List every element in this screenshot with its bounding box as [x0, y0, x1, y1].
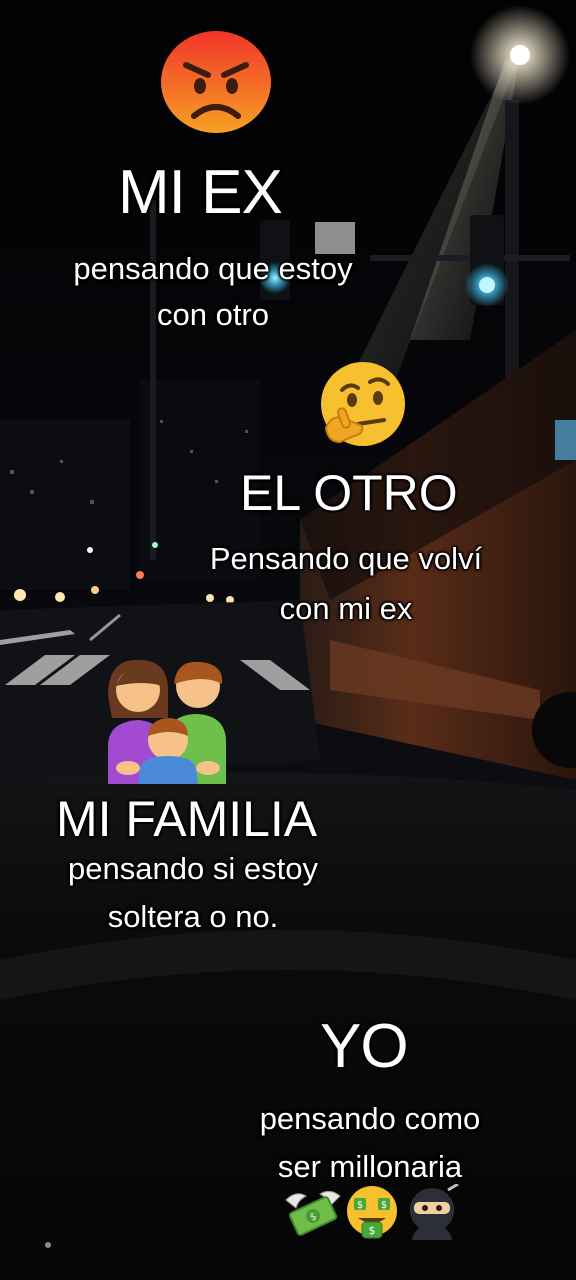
money-mouth-face-icon: $ $ $	[347, 1186, 397, 1239]
thinking-face-icon	[321, 362, 405, 446]
section-subtitle-line-1: pensando si estoy	[68, 851, 318, 886]
money-with-wings-icon: $	[285, 1190, 341, 1236]
section-title-mi-familia: MI FAMILIA	[56, 791, 318, 847]
angry-face-icon	[161, 31, 271, 133]
section-subtitle-line-1: pensando que estoy	[73, 251, 353, 286]
section-title-el-otro: EL OTRO	[240, 465, 458, 521]
ninja-icon	[410, 1184, 459, 1240]
section-subtitle-line-2: con otro	[156, 297, 269, 332]
section-title-mi-ex: MI EX	[118, 158, 283, 227]
section-subtitle-line-2: con mi ex	[279, 591, 413, 626]
section-subtitle-line-1: Pensando que volví	[209, 541, 483, 576]
section-title-yo: YO	[320, 1012, 409, 1081]
svg-text:$: $	[381, 1200, 387, 1211]
family-icon	[108, 659, 226, 784]
section-subtitle-line-1: pensando como	[259, 1101, 481, 1136]
svg-text:$: $	[369, 1224, 376, 1237]
svg-text:$: $	[357, 1200, 363, 1211]
section-subtitle-line-2: soltera o no.	[107, 899, 279, 934]
night-street-background	[0, 0, 576, 1280]
